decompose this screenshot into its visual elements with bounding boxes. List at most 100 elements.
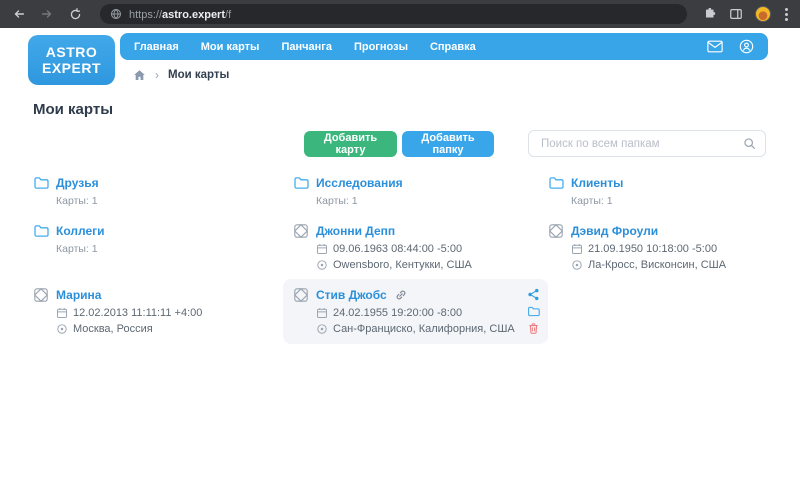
chart-location: Ла-Кросс, Висконсин, США [588,259,726,271]
folder-icon [33,175,49,191]
folder-name[interactable]: Клиенты [571,176,623,190]
nav-item-1[interactable]: Мои карты [201,41,260,53]
folder-name[interactable]: Исследования [316,176,403,190]
chart-item[interactable]: Стив Джобс 24.02.1955 19:20:00 -8:00 Сан… [283,279,548,344]
back-button[interactable] [10,5,28,23]
chart-datetime: 21.09.1950 10:18:00 -5:00 [588,243,717,255]
messages-button[interactable] [707,40,723,53]
chart-location: Москва, Россия [73,323,153,335]
page-content: ASTRO EXPERT Главная Мои карты Панчанга Про… [0,28,800,500]
folder-item[interactable]: Коллеги Карты: 1 [33,223,293,255]
nav-items: Главная Мои карты Панчанга Прогнозы Справка [134,41,707,53]
calendar-icon [571,243,583,255]
nav-item-3[interactable]: Прогнозы [354,41,408,53]
chart-icon [548,223,564,239]
folder-cards-count: Карты: 1 [571,195,766,207]
url-text: https://astro.expert/f [129,5,231,23]
chevron-right-icon: › [155,68,159,82]
share-icon [527,288,540,301]
chart-item[interactable]: Марина 12.02.2013 11:11:11 +4:00 Москва,… [33,287,293,335]
chart-item[interactable]: Джонни Депп 09.06.1963 08:44:00 -5:00 Ow… [293,223,548,271]
folder-item[interactable]: Друзья Карты: 1 [33,175,293,207]
browser-menu-button[interactable] [783,6,790,23]
browser-toolbar: https://astro.expert/f [0,0,800,28]
trash-icon [527,322,540,335]
chart-location: Сан-Франциско, Калифорния, США [333,323,515,335]
location-icon [316,323,328,335]
folder-item[interactable]: Клиенты Карты: 1 [548,175,766,207]
location-icon [316,259,328,271]
breadcrumb-home[interactable] [133,69,146,82]
location-icon [571,259,583,271]
back-icon [12,7,26,21]
breadcrumb-current: Мои карты [168,69,229,81]
chart-name[interactable]: Джонни Депп [316,224,395,238]
home-icon [133,69,146,82]
reload-button[interactable] [66,5,84,23]
folder-cards-count: Карты: 1 [316,195,548,207]
chart-location: Owensboro, Кентукки, США [333,259,472,271]
share-button[interactable] [527,288,540,301]
forward-icon [40,7,54,21]
logo[interactable]: ASTRO EXPERT [28,35,115,85]
chart-name[interactable]: Марина [56,288,101,302]
chart-actions [527,288,540,335]
delete-button[interactable] [527,322,540,335]
logo-line1: ASTRO [46,44,98,60]
chart-datetime: 12.02.2013 11:11:11 +4:00 [73,307,202,319]
nav-icons [707,39,754,54]
folder-name[interactable]: Коллеги [56,224,105,238]
folder-icon [293,175,309,191]
url-path: /f [225,9,231,21]
main-nav: Главная Мои карты Панчанга Прогнозы Справка [120,33,768,60]
url-domain: astro.expert [162,9,225,21]
forward-button[interactable] [38,5,56,23]
puzzle-icon [703,7,717,21]
address-bar[interactable]: https://astro.expert/f [100,4,687,24]
chart-datetime: 24.02.1955 19:20:00 -8:00 [333,307,462,319]
folder-item[interactable]: Исследования Карты: 1 [293,175,548,207]
profile-avatar[interactable] [755,6,771,22]
calendar-icon [56,307,68,319]
browser-window: https://astro.expert/f ASTRO EXPERT Глав… [0,0,800,500]
calendar-icon [316,243,328,255]
link-icon [394,288,408,302]
nav-item-4[interactable]: Справка [430,41,476,53]
logo-line2: EXPERT [42,60,101,76]
account-icon [739,39,754,54]
folder-icon [548,175,564,191]
folder-cards-count: Карты: 1 [56,243,293,255]
nav-item-2[interactable]: Панчанга [281,41,332,53]
side-panel-icon [729,7,743,21]
breadcrumb: › Мои карты [133,68,229,82]
folder-name[interactable]: Друзья [56,176,99,190]
calendar-icon [316,307,328,319]
add-folder-button[interactable]: Добавить папку [402,131,494,157]
chart-datetime: 09.06.1963 08:44:00 -5:00 [333,243,462,255]
browser-actions [703,6,790,23]
account-button[interactable] [739,39,754,54]
search-box [528,130,766,157]
page-title: Мои карты [33,101,113,118]
side-panel-button[interactable] [729,7,743,21]
folder-cards-count: Карты: 1 [56,195,293,207]
chart-item[interactable]: Дэвид Фроули 21.09.1950 10:18:00 -5:00 Л… [548,223,766,271]
chart-icon [33,287,49,303]
extensions-button[interactable] [703,7,717,21]
move-to-folder-button[interactable] [527,305,540,318]
nav-item-0[interactable]: Главная [134,41,179,53]
mail-icon [707,40,723,53]
location-icon [56,323,68,335]
globe-icon [110,8,122,20]
search-icon[interactable] [743,137,756,150]
chart-name[interactable]: Дэвид Фроули [571,224,658,238]
url-scheme: https:// [129,9,162,21]
search-input[interactable] [529,138,743,150]
chart-name[interactable]: Стив Джобс [316,288,387,302]
cards-grid: Друзья Карты: 1 Исследования Карты: 1 Кл… [33,175,766,344]
folder-action-icon [527,305,540,318]
chart-icon [293,287,309,303]
chart-icon [293,223,309,239]
folder-icon [33,223,49,239]
add-card-button[interactable]: Добавить карту [304,131,397,157]
